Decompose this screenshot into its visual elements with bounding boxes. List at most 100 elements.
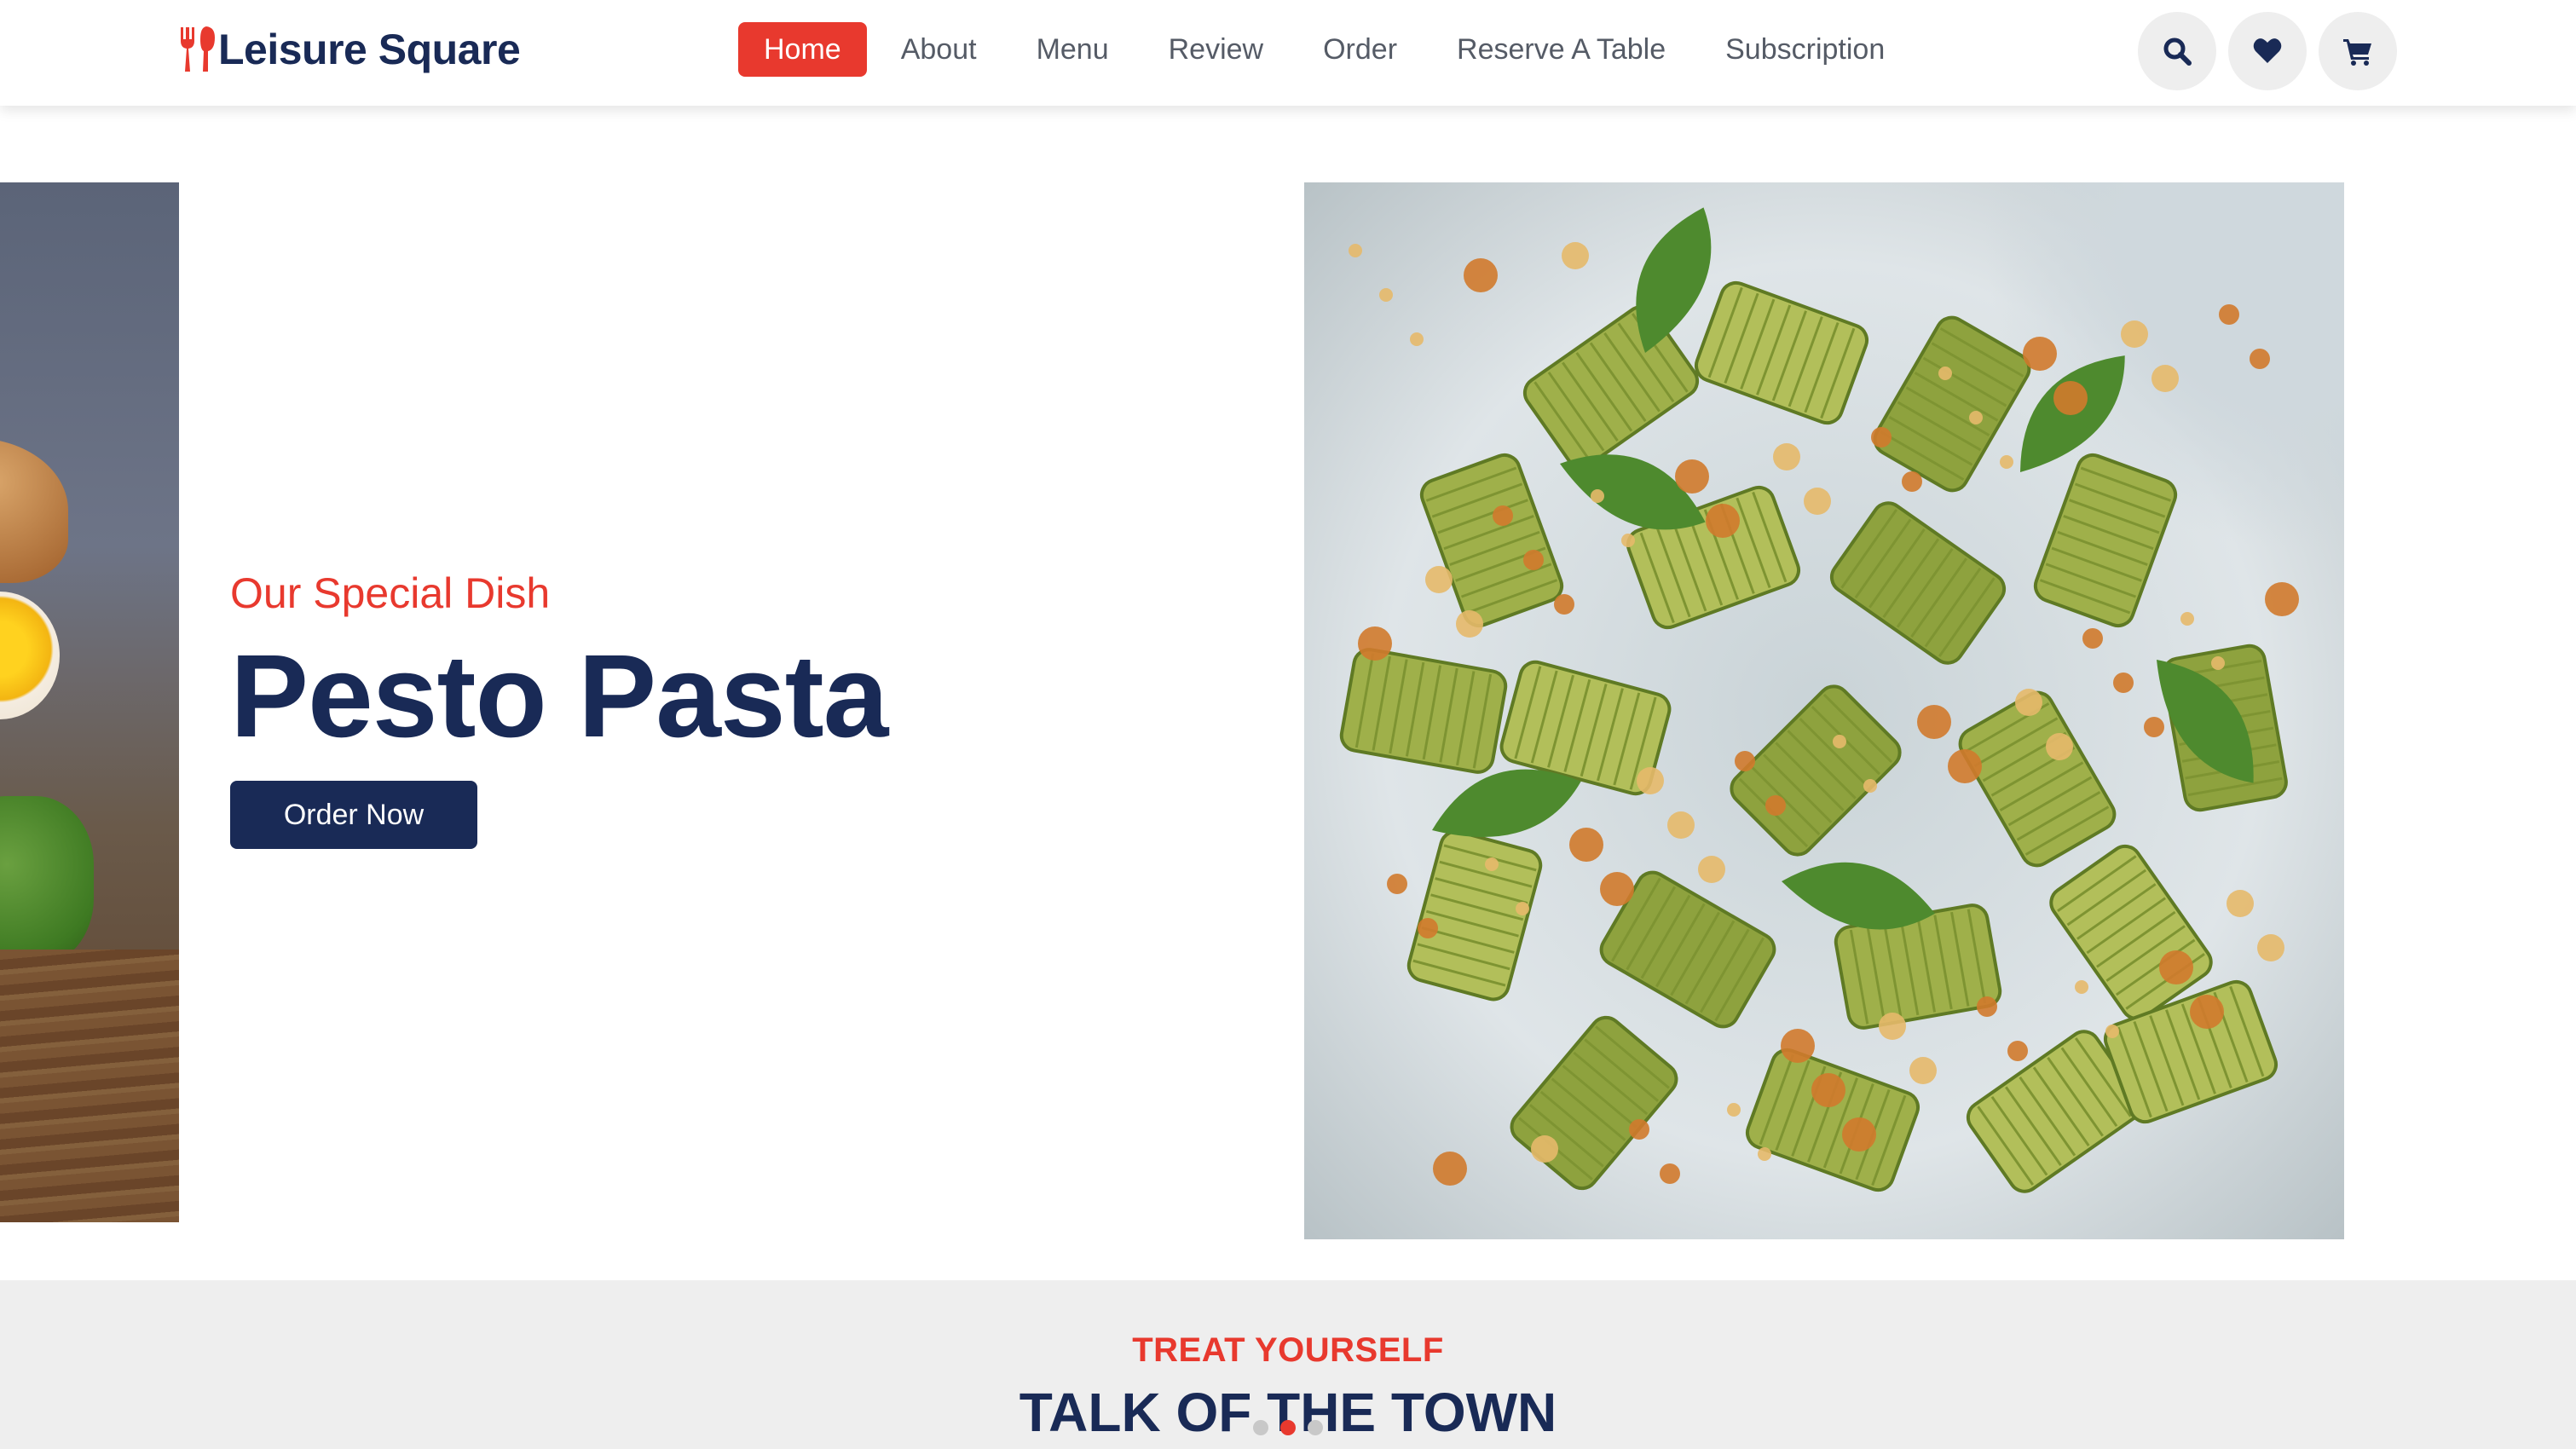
section-kicker: treat yourself <box>1132 1331 1444 1369</box>
search-icon <box>2163 38 2192 66</box>
breadcrumb-crumb <box>1871 427 1892 447</box>
search-button[interactable] <box>2138 12 2216 90</box>
heart-icon <box>2253 38 2282 63</box>
pine-nut <box>1833 735 1846 748</box>
cart-button[interactable] <box>2319 12 2397 90</box>
breadcrumb-crumb <box>1977 996 1997 1017</box>
burger-bun-shape <box>0 438 68 583</box>
rigatoni-piece <box>1958 690 2117 868</box>
nav-link-about[interactable]: About <box>875 22 1002 77</box>
breadcrumb-crumb <box>1493 505 1513 526</box>
breadcrumb-crumb <box>2219 304 2239 325</box>
breadcrumb-crumb <box>1569 828 1603 862</box>
breadcrumb-crumb <box>2190 995 2224 1029</box>
breadcrumb-crumb <box>1600 872 1634 906</box>
nav-link-home[interactable]: Home <box>738 22 867 77</box>
wishlist-button[interactable] <box>2228 12 2307 90</box>
breadcrumb-crumb <box>1917 705 1951 739</box>
breadcrumb-crumb <box>2265 582 2299 616</box>
pine-nut <box>1621 534 1635 547</box>
header-icon-group <box>2138 12 2397 90</box>
rigatoni-piece <box>1745 1048 1920 1192</box>
pine-nut <box>1562 242 1589 269</box>
breadcrumb-crumb <box>1433 1152 1467 1186</box>
pine-nut <box>1379 288 1393 302</box>
hero-subtitle: Our Special Dish <box>230 569 551 617</box>
burger-egg-shape <box>0 592 60 719</box>
slider-dot-2[interactable] <box>1280 1420 1296 1435</box>
breadcrumb-crumb <box>2250 349 2270 369</box>
nav-link-review[interactable]: Review <box>1143 22 1289 77</box>
breadcrumb-crumb <box>2113 673 2134 693</box>
breadcrumb-crumb <box>2159 950 2193 984</box>
pine-nut <box>1879 1013 1906 1040</box>
pine-nut <box>2227 890 2254 917</box>
rigatoni-piece <box>1694 280 1869 425</box>
pine-nut <box>1485 857 1499 871</box>
hero-title: Pesto Pasta <box>230 631 888 762</box>
breadcrumb-crumb <box>1706 504 1740 538</box>
pine-nut <box>1758 1147 1771 1161</box>
pine-nut <box>2257 934 2284 961</box>
brand-name: Leisure Square <box>218 26 521 73</box>
pine-nut <box>2211 656 2225 670</box>
wooden-board-shape <box>0 950 179 1222</box>
pine-nut <box>1667 811 1695 839</box>
pine-nut <box>1456 610 1483 638</box>
pine-nut <box>1969 411 1983 424</box>
pine-nut <box>2000 455 2013 469</box>
breadcrumb-crumb <box>2053 381 2088 415</box>
pine-nut <box>1410 332 1424 346</box>
slider-dot-3[interactable] <box>1308 1420 1323 1435</box>
pine-nut <box>1516 902 1529 915</box>
pine-nut <box>1425 566 1453 593</box>
breadcrumb-crumb <box>1902 471 1922 492</box>
breadcrumb-crumb <box>1948 749 1982 783</box>
review-section: treat yourself talk of the town <box>0 1280 2576 1449</box>
breadcrumb-crumb <box>1781 1029 1815 1063</box>
hero-content: Our Special Dish Pesto Pasta Order Now <box>230 566 1083 849</box>
breadcrumb-crumb <box>1418 918 1438 938</box>
shopping-cart-icon <box>2343 39 2371 66</box>
breadcrumb-crumb <box>2082 628 2103 649</box>
breadcrumb-crumb <box>2023 337 2057 371</box>
main-nav: Home About Menu Review Order Reserve A T… <box>738 22 1910 77</box>
pine-nut <box>2046 733 2073 760</box>
nav-link-reserve-table[interactable]: Reserve A Table <box>1431 22 1691 77</box>
pasta-illustration <box>1339 207 2299 1193</box>
rigatoni-piece <box>1510 1015 1678 1191</box>
utensils-icon <box>181 26 215 72</box>
breadcrumb-crumb <box>1675 459 1709 494</box>
slider-dot-1[interactable] <box>1253 1420 1268 1435</box>
breadcrumb-crumb <box>1358 626 1392 661</box>
nav-link-order[interactable]: Order <box>1297 22 1423 77</box>
rigatoni-piece <box>1522 305 1700 469</box>
pine-nut <box>1591 489 1604 503</box>
nav-link-menu[interactable]: Menu <box>1011 22 1135 77</box>
previous-slide-image[interactable] <box>0 182 179 1222</box>
pine-nut <box>1531 1135 1558 1163</box>
breadcrumb-crumb <box>1464 258 1498 292</box>
pine-nut <box>1909 1057 1937 1084</box>
pine-nut <box>1349 244 1362 257</box>
pine-nut <box>1773 443 1800 470</box>
pine-nut <box>2151 365 2179 392</box>
pine-nut <box>2180 612 2194 626</box>
pine-nut <box>2121 320 2148 348</box>
hero-slider: Our Special Dish Pesto Pasta Order Now <box>0 106 2576 1280</box>
order-now-button[interactable]: Order Now <box>230 781 477 849</box>
breadcrumb-crumb <box>1842 1117 1876 1152</box>
pine-nut <box>2075 980 2088 994</box>
rigatoni-piece <box>1339 648 1508 774</box>
pesto-pasta-image <box>1304 182 2344 1239</box>
nav-link-subscription[interactable]: Subscription <box>1700 22 1910 77</box>
breadcrumb-crumb <box>1554 594 1574 615</box>
brand-logo[interactable]: Leisure Square <box>177 24 521 75</box>
pine-nut <box>1698 856 1725 883</box>
breadcrumb-crumb <box>2007 1041 2028 1061</box>
pine-nut <box>1938 367 1952 380</box>
burger-lettuce-shape <box>0 796 94 967</box>
pine-nut <box>1863 779 1877 793</box>
breadcrumb-crumb <box>2144 717 2164 737</box>
pine-nut <box>1637 767 1664 794</box>
